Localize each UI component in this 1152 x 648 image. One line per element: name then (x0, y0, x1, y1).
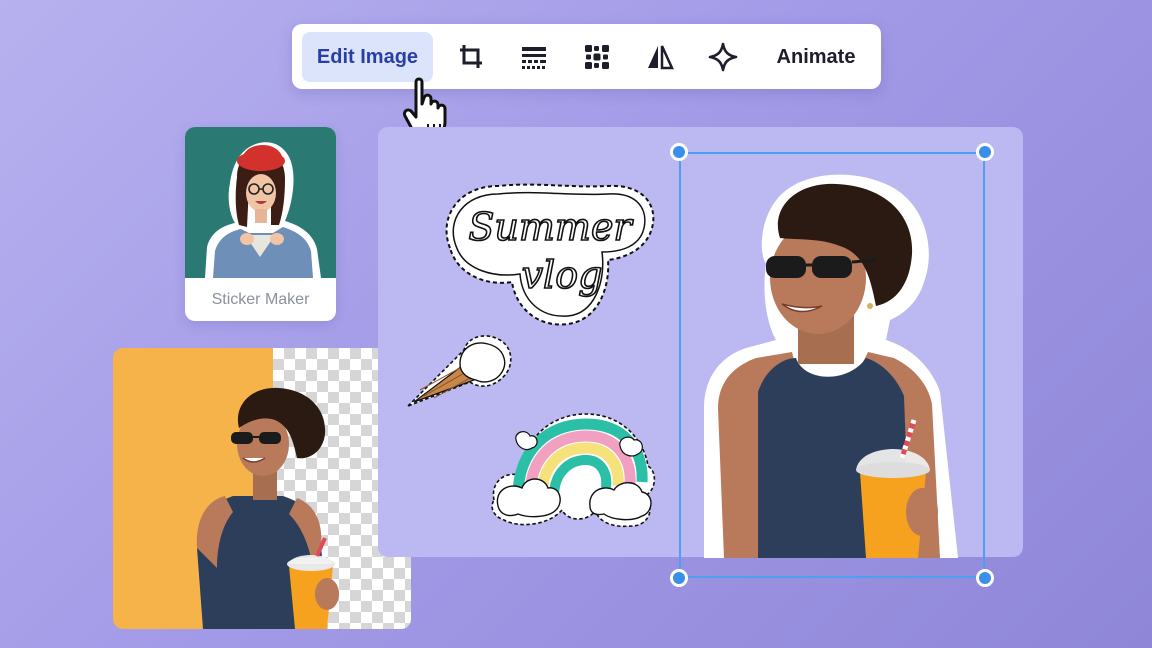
resize-handle-bottom-right[interactable] (976, 569, 994, 587)
resize-handle-top-left[interactable] (670, 143, 688, 161)
vlog-text: vlog (522, 253, 603, 297)
summer-vlog-sticker[interactable]: Summer vlog (438, 178, 660, 330)
crop-icon[interactable] (455, 41, 487, 73)
sticker-maker-label: Sticker Maker (211, 291, 310, 308)
ice-cream-sticker[interactable] (404, 330, 516, 412)
summer-text: Summer (468, 205, 634, 249)
background-removal-card[interactable] (113, 348, 411, 629)
woman-smoothie-cutout-image (196, 387, 339, 629)
flip-icon[interactable] (644, 41, 676, 73)
animate-button[interactable]: Animate (766, 32, 866, 82)
sparkle-icon[interactable] (707, 41, 739, 73)
blur-icon[interactable] (581, 41, 613, 73)
selection-bounding-box[interactable] (679, 152, 985, 578)
sticker-preview (185, 127, 336, 278)
filters-icon[interactable] (518, 41, 550, 73)
resize-handle-top-right[interactable] (976, 143, 994, 161)
rainbow-sticker[interactable] (488, 410, 658, 532)
sticker-maker-card[interactable]: Sticker Maker (185, 127, 336, 321)
image-toolbar: Edit Image Animate (292, 24, 881, 89)
resize-handle-bottom-left[interactable] (670, 569, 688, 587)
woman-red-beret-sticker-image (205, 142, 321, 278)
